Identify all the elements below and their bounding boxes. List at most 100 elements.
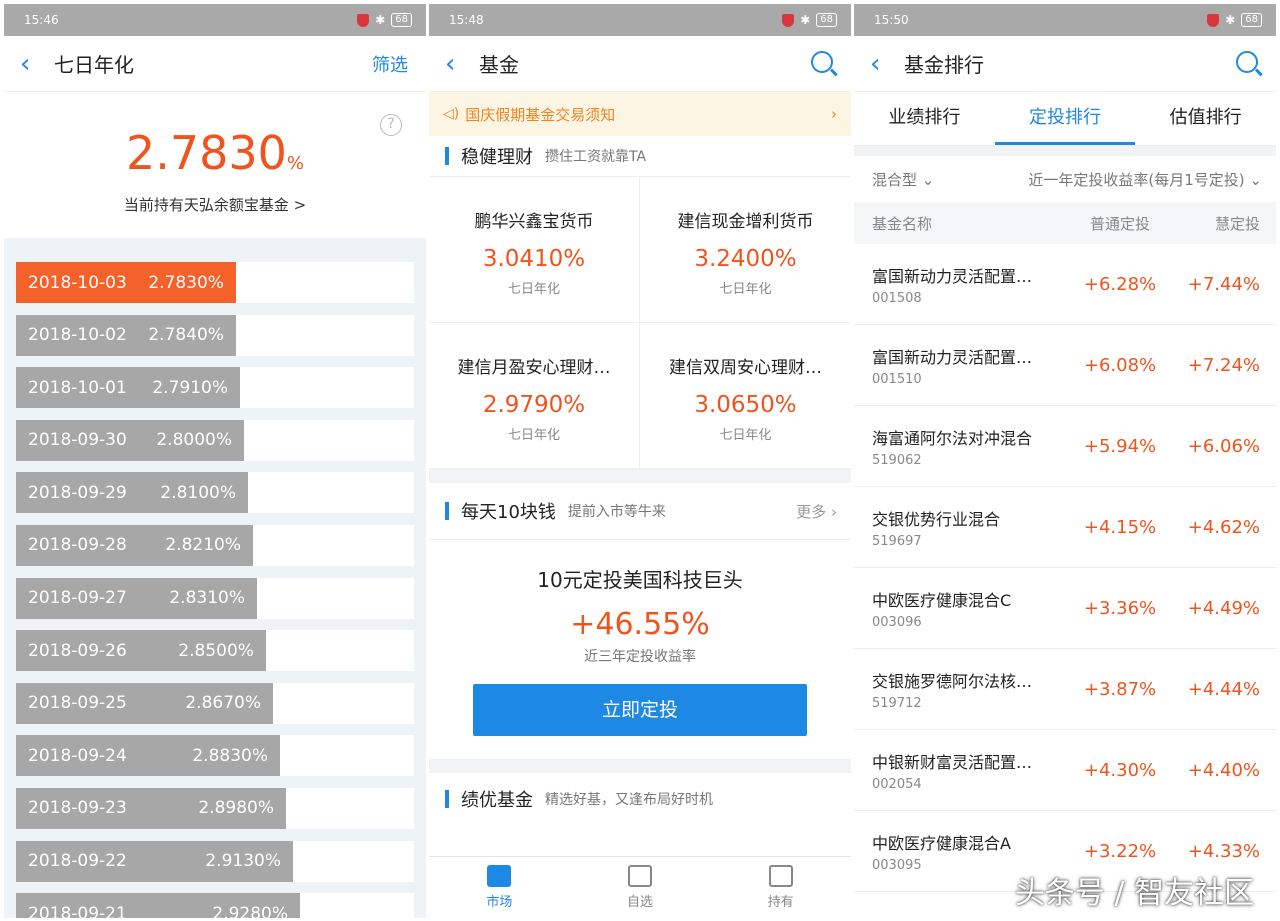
tab-valuation[interactable]: 估值排行 bbox=[1135, 92, 1276, 145]
history-row[interactable]: 2018-09-27 2.8310% bbox=[16, 577, 414, 619]
history-rate: 2.8100% bbox=[160, 482, 236, 503]
chevron-down-icon: ⌄ bbox=[1249, 170, 1262, 189]
invest-now-button[interactable]: 立即定投 bbox=[473, 684, 807, 736]
bottom-tab-bar: 市场 自选 持有 bbox=[429, 856, 851, 918]
search-icon[interactable] bbox=[811, 50, 833, 73]
history-row[interactable]: 2018-10-02 2.7840% bbox=[16, 314, 414, 356]
notice-text: 国庆假期基金交易须知 bbox=[465, 105, 616, 124]
fund-name: 交银施罗德阿尔法核心… bbox=[872, 671, 1047, 691]
back-icon[interactable]: ‹ bbox=[870, 51, 904, 77]
history-row[interactable]: 2018-09-21 2.9280% bbox=[16, 893, 414, 918]
smart-sip-return: +4.33% bbox=[1187, 840, 1260, 862]
history-row[interactable]: 2018-09-30 2.8000% bbox=[16, 419, 414, 461]
history-row[interactable]: 2018-10-03 2.7830% bbox=[16, 262, 414, 303]
tab-market[interactable]: 市场 bbox=[429, 857, 570, 918]
table-row[interactable]: 交银施罗德阿尔法核心… 519712 +3.87% +4.44% bbox=[854, 649, 1276, 730]
screen-fund-ranking: 15:50 ✱ 68 ‹ 基金排行 业绩排行 定投排行 估值排行 混合型 ⌄ 近… bbox=[854, 4, 1276, 918]
history-row[interactable]: 2018-09-28 2.8210% bbox=[16, 524, 414, 566]
status-bar: 15:48 ✱ 68 bbox=[429, 4, 851, 36]
history-bar: 2018-09-28 2.8210% bbox=[16, 524, 253, 566]
nav-bar: ‹ 七日年化 筛选 bbox=[4, 36, 426, 92]
normal-sip-return: +4.15% bbox=[1083, 516, 1157, 538]
fund-card[interactable]: 建信现金增利货币 3.2400% 七日年化 bbox=[640, 177, 851, 323]
fund-yield-label: 七日年化 bbox=[719, 282, 772, 297]
fund-grid: 鹏华兴鑫宝货币 3.0410% 七日年化 建信现金增利货币 3.2400% 七日年化 建信月… bbox=[429, 176, 851, 469]
back-icon[interactable]: ‹ bbox=[445, 51, 479, 77]
battery-icon: 68 bbox=[816, 13, 837, 27]
status-bar: 15:50 ✱ 68 bbox=[854, 4, 1276, 36]
promo-card: 10元定投美国科技巨头 +46.55% 近三年定投收益率 立即定投 bbox=[429, 539, 851, 759]
fund-name: 中欧医疗健康混合C bbox=[872, 590, 1012, 610]
fund-yield-label: 七日年化 bbox=[507, 428, 560, 443]
sort-filter-label: 近一年定投收益率(每月1号定投) bbox=[1028, 170, 1245, 189]
smart-sip-return: +4.44% bbox=[1187, 678, 1260, 700]
page-title: 基金 bbox=[479, 53, 519, 77]
back-icon[interactable]: ‹ bbox=[20, 51, 54, 77]
history-row[interactable]: 2018-09-25 2.8670% bbox=[16, 682, 414, 724]
fund-card[interactable]: 建信双周安心理财… 3.0650% 七日年化 bbox=[640, 323, 851, 469]
history-row[interactable]: 2018-09-23 2.8980% bbox=[16, 787, 414, 829]
history-row[interactable]: 2018-09-24 2.8830% bbox=[16, 735, 414, 777]
fund-card[interactable]: 鹏华兴鑫宝货币 3.0410% 七日年化 bbox=[429, 177, 640, 323]
filter-button[interactable]: 筛选 bbox=[372, 51, 408, 77]
history-row[interactable]: 2018-09-26 2.8500% bbox=[16, 630, 414, 672]
tab-holdings[interactable]: 持有 bbox=[710, 857, 851, 918]
section-subtitle: 提前入市等牛来 bbox=[567, 504, 666, 520]
fund-cell: 中欧医疗健康混合C 003096 bbox=[872, 587, 1060, 630]
tab-watchlist[interactable]: 自选 bbox=[570, 857, 711, 918]
history-date: 2018-09-25 bbox=[28, 693, 127, 714]
history-date: 2018-09-24 bbox=[28, 745, 127, 766]
divider bbox=[429, 759, 851, 773]
history-row[interactable]: 2018-09-22 2.9130% bbox=[16, 840, 414, 882]
history-rate: 2.7840% bbox=[148, 325, 224, 346]
history-date: 2018-09-27 bbox=[28, 588, 127, 609]
table-row[interactable]: 海富通阿尔法对冲混合 519062 +5.94% +6.06% bbox=[854, 406, 1276, 487]
table-row[interactable]: 富国新动力灵活配置混… 001508 +6.28% +7.44% bbox=[854, 244, 1276, 325]
normal-sip-return: +4.30% bbox=[1083, 759, 1157, 781]
ranking-tabs: 业绩排行 定投排行 估值排行 bbox=[854, 92, 1276, 146]
help-icon[interactable]: ? bbox=[380, 114, 402, 136]
history-rate: 2.8500% bbox=[178, 640, 254, 661]
table-row[interactable]: 中银新财富灵活配置混… 002054 +4.30% +4.40% bbox=[854, 730, 1276, 811]
fund-card[interactable]: 建信月盈安心理财… 2.9790% 七日年化 bbox=[429, 323, 640, 469]
tab-performance[interactable]: 业绩排行 bbox=[854, 92, 995, 145]
history-rate: 2.7910% bbox=[152, 377, 228, 398]
tab-label: 市场 bbox=[486, 895, 513, 910]
fund-name: 鹏华兴鑫宝货币 bbox=[474, 212, 594, 232]
history-bar: 2018-10-02 2.7840% bbox=[16, 314, 236, 356]
table-row[interactable]: 中欧医疗健康混合C 003096 +3.36% +4.49% bbox=[854, 568, 1276, 649]
table-row[interactable]: 交银优势行业混合 519697 +4.15% +4.62% bbox=[854, 487, 1276, 568]
divider bbox=[429, 469, 851, 483]
holding-fund-link[interactable]: 当前持有天弘余额宝基金 > bbox=[4, 194, 426, 215]
fund-name: 富国新动力灵活配置混… bbox=[872, 347, 1047, 367]
history-date: 2018-09-26 bbox=[28, 640, 127, 661]
col-normal-sip[interactable]: 普通定投 bbox=[1060, 213, 1180, 234]
history-row[interactable]: 2018-09-29 2.8100% bbox=[16, 472, 414, 514]
page-title: 基金排行 bbox=[904, 53, 984, 77]
layers-icon bbox=[768, 865, 793, 887]
sort-filter-dropdown[interactable]: 近一年定投收益率(每月1号定投) ⌄ bbox=[1028, 169, 1262, 190]
section-daily: 每天10块钱 提前入市等牛来 更多 › bbox=[429, 483, 851, 539]
fund-code: 001508 bbox=[872, 290, 922, 306]
more-link[interactable]: 更多 › bbox=[796, 501, 837, 522]
table-row[interactable]: 富国新动力灵活配置混… 001510 +6.08% +7.24% bbox=[854, 325, 1276, 406]
more-label: 更多 bbox=[796, 502, 827, 521]
fund-cell: 中欧医疗健康混合A 003095 bbox=[872, 830, 1060, 873]
fund-yield: 3.2400% bbox=[694, 246, 797, 272]
fund-cell: 富国新动力灵活配置混… 001508 bbox=[872, 263, 1060, 306]
fund-code: 001510 bbox=[872, 371, 922, 387]
tab-sip-ranking[interactable]: 定投排行 bbox=[994, 92, 1136, 145]
bluetooth-icon: ✱ bbox=[1225, 13, 1236, 27]
type-filter-dropdown[interactable]: 混合型 ⌄ bbox=[872, 169, 934, 190]
status-bar: 15:46 ✱ 68 bbox=[4, 4, 426, 36]
rate-value: 2.7830 bbox=[125, 126, 287, 180]
col-smart-sip[interactable]: 慧定投 bbox=[1180, 213, 1260, 234]
normal-sip-return: +3.87% bbox=[1083, 678, 1157, 700]
tab-label: 自选 bbox=[627, 895, 654, 910]
search-icon[interactable] bbox=[1236, 50, 1258, 73]
history-row[interactable]: 2018-10-01 2.7910% bbox=[16, 367, 414, 409]
fund-cell: 交银优势行业混合 519697 bbox=[872, 506, 1060, 549]
fund-yield: 3.0650% bbox=[694, 392, 797, 418]
holiday-notice[interactable]: ◁) 国庆假期基金交易须知 › bbox=[429, 92, 851, 136]
nav-bar: ‹ 基金 bbox=[429, 36, 851, 92]
